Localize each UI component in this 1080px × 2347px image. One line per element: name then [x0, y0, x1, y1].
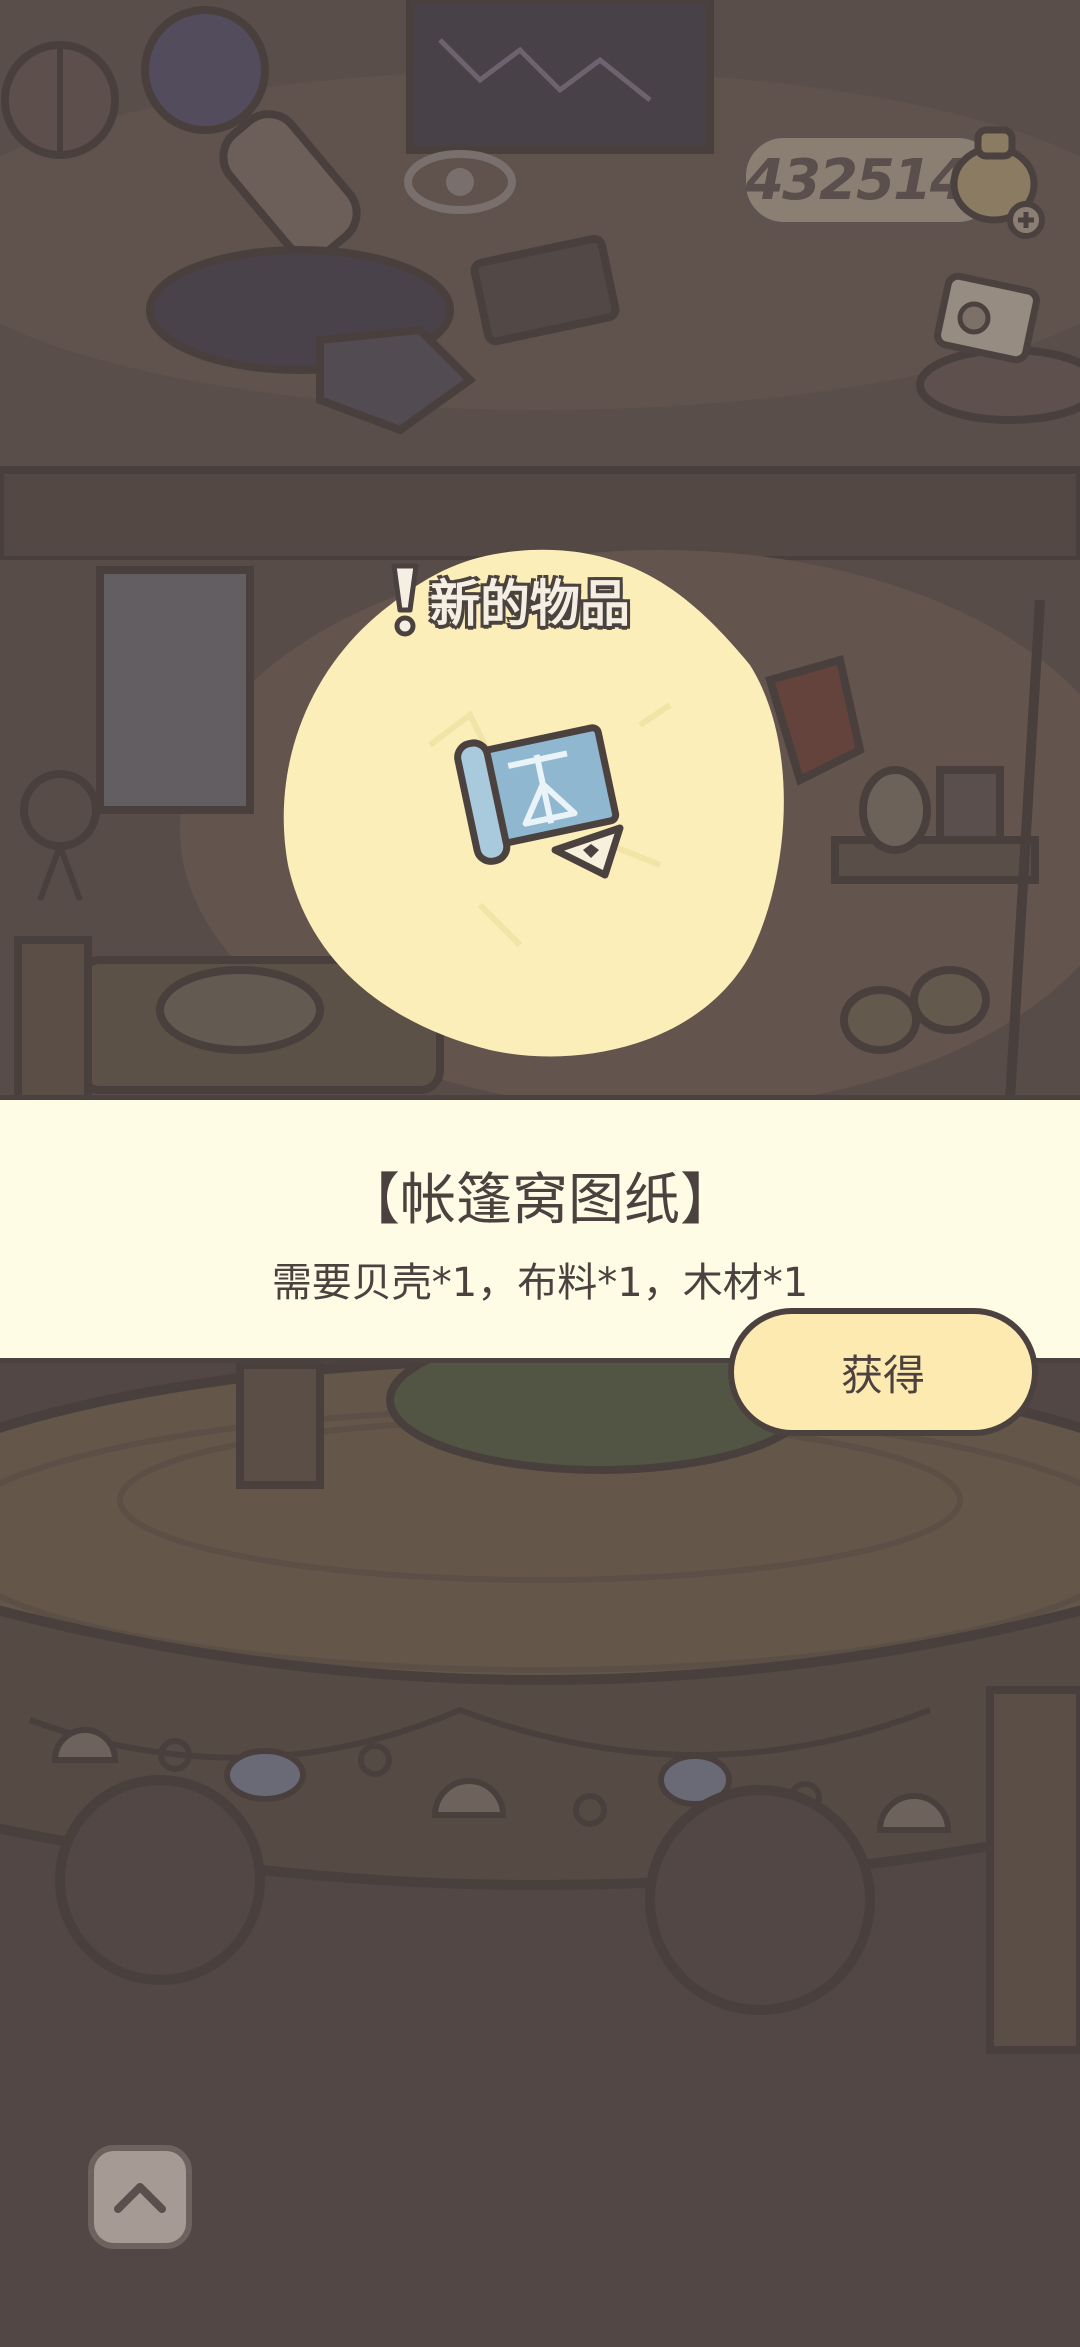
coin-bag-plus-icon[interactable] [948, 120, 1048, 240]
obtain-button[interactable]: 获得 [728, 1308, 1038, 1436]
coin-count: 432514 [745, 147, 969, 213]
popup-title: 新的物品 [388, 560, 630, 640]
blueprint-scroll-icon [454, 724, 624, 879]
exclamation-icon [391, 563, 419, 637]
scroll-up-button[interactable] [88, 2145, 192, 2249]
popup-title-text: 新的物品 [430, 575, 630, 633]
ticket-icon[interactable] [932, 268, 1042, 378]
chevron-up-icon [114, 2183, 166, 2213]
obtain-button-label: 获得 [840, 1350, 925, 1400]
item-name: 【帐篷窝图纸】 [344, 1168, 736, 1233]
item-requirements: 需要贝壳*1，布料*1，木材*1 [271, 1260, 809, 1306]
